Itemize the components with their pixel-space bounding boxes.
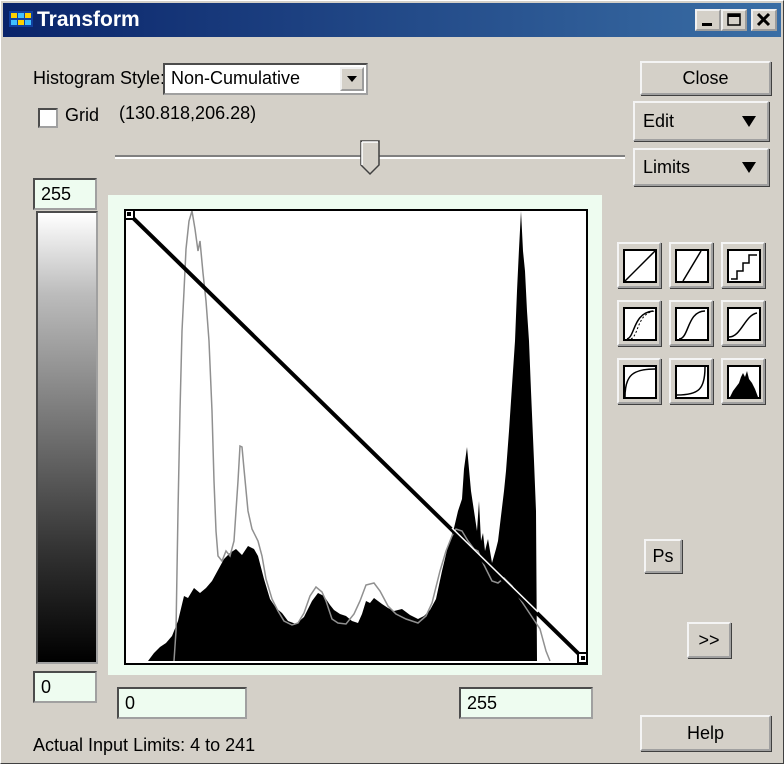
triangle-down-icon <box>742 116 756 127</box>
triangle-down-icon <box>742 162 756 173</box>
transform-window: Transform Histogram Style: Non-Cumulativ… <box>0 0 784 764</box>
dropdown-button[interactable] <box>340 67 364 91</box>
minimize-icon <box>702 23 712 26</box>
actual-input-limits: Actual Input Limits: 4 to 241 <box>33 735 256 755</box>
histogram-plot[interactable] <box>124 209 588 665</box>
output-max-field[interactable]: 255 <box>33 178 97 210</box>
curve-presets <box>617 242 765 406</box>
steep-linear-icon <box>675 249 709 283</box>
grid-checkbox[interactable] <box>38 108 58 128</box>
slider-thumb[interactable] <box>360 140 380 176</box>
window-title: Transform <box>37 8 140 31</box>
edit-label: Edit <box>643 110 675 131</box>
expand-button[interactable]: >> <box>687 622 731 658</box>
histogram-eq-icon <box>727 365 761 399</box>
output-gray-ramp <box>36 211 98 664</box>
preset-staircase-button[interactable] <box>721 242 765 288</box>
title-bar[interactable]: Transform <box>3 3 781 37</box>
preset-linear-button[interactable] <box>617 242 661 288</box>
staircase-icon <box>727 249 761 283</box>
curve-start-handle-core <box>127 212 131 216</box>
s-curve-dotted-icon <box>623 307 657 341</box>
preset-gentle-s-curve-button[interactable] <box>721 300 765 346</box>
preset-exp-curve-button[interactable] <box>669 358 713 404</box>
histogram-style-value: Non-Cumulative <box>171 68 301 88</box>
curve-end-handle-core <box>581 656 585 660</box>
preset-steep-linear-button[interactable] <box>669 242 713 288</box>
minimize-button[interactable] <box>695 9 721 31</box>
s-curve-icon <box>675 307 709 341</box>
close-window-button[interactable] <box>751 9 777 31</box>
exp-curve-icon <box>675 365 709 399</box>
preset-histogram-eq-button[interactable] <box>721 358 765 404</box>
histogram-filled <box>148 211 537 661</box>
cursor-coordinates: (130.818,206.28) <box>119 103 257 123</box>
maximize-button[interactable] <box>721 9 747 31</box>
output-min-field[interactable]: 0 <box>33 671 97 703</box>
chevron-down-icon <box>347 76 357 82</box>
input-max-field[interactable]: 255 <box>459 687 593 719</box>
app-icon <box>9 11 33 27</box>
gentle-s-curve-icon <box>727 307 761 341</box>
preset-s-curve-button[interactable] <box>669 300 713 346</box>
close-icon <box>756 12 771 27</box>
grid-label: Grid <box>65 105 100 125</box>
log-curve-icon <box>623 365 657 399</box>
histogram-style-select[interactable]: Non-Cumulative <box>163 63 368 95</box>
maximize-icon <box>727 13 741 26</box>
input-min-field[interactable]: 0 <box>117 687 247 719</box>
help-button[interactable]: Help <box>640 715 771 751</box>
threshold-slider[interactable] <box>115 139 625 179</box>
preset-s-curve-dotted-button[interactable] <box>617 300 661 346</box>
limits-label: Limits <box>643 156 691 177</box>
limits-menu-button[interactable]: Limits <box>633 148 769 186</box>
preset-log-curve-button[interactable] <box>617 358 661 404</box>
histogram-style-label: Histogram Style: <box>33 68 166 88</box>
edit-menu-button[interactable]: Edit <box>633 101 769 141</box>
linear-icon <box>623 249 657 283</box>
photoshop-button[interactable]: Ps <box>644 539 682 573</box>
histogram-canvas[interactable] <box>126 211 586 663</box>
close-button[interactable]: Close <box>640 61 771 95</box>
